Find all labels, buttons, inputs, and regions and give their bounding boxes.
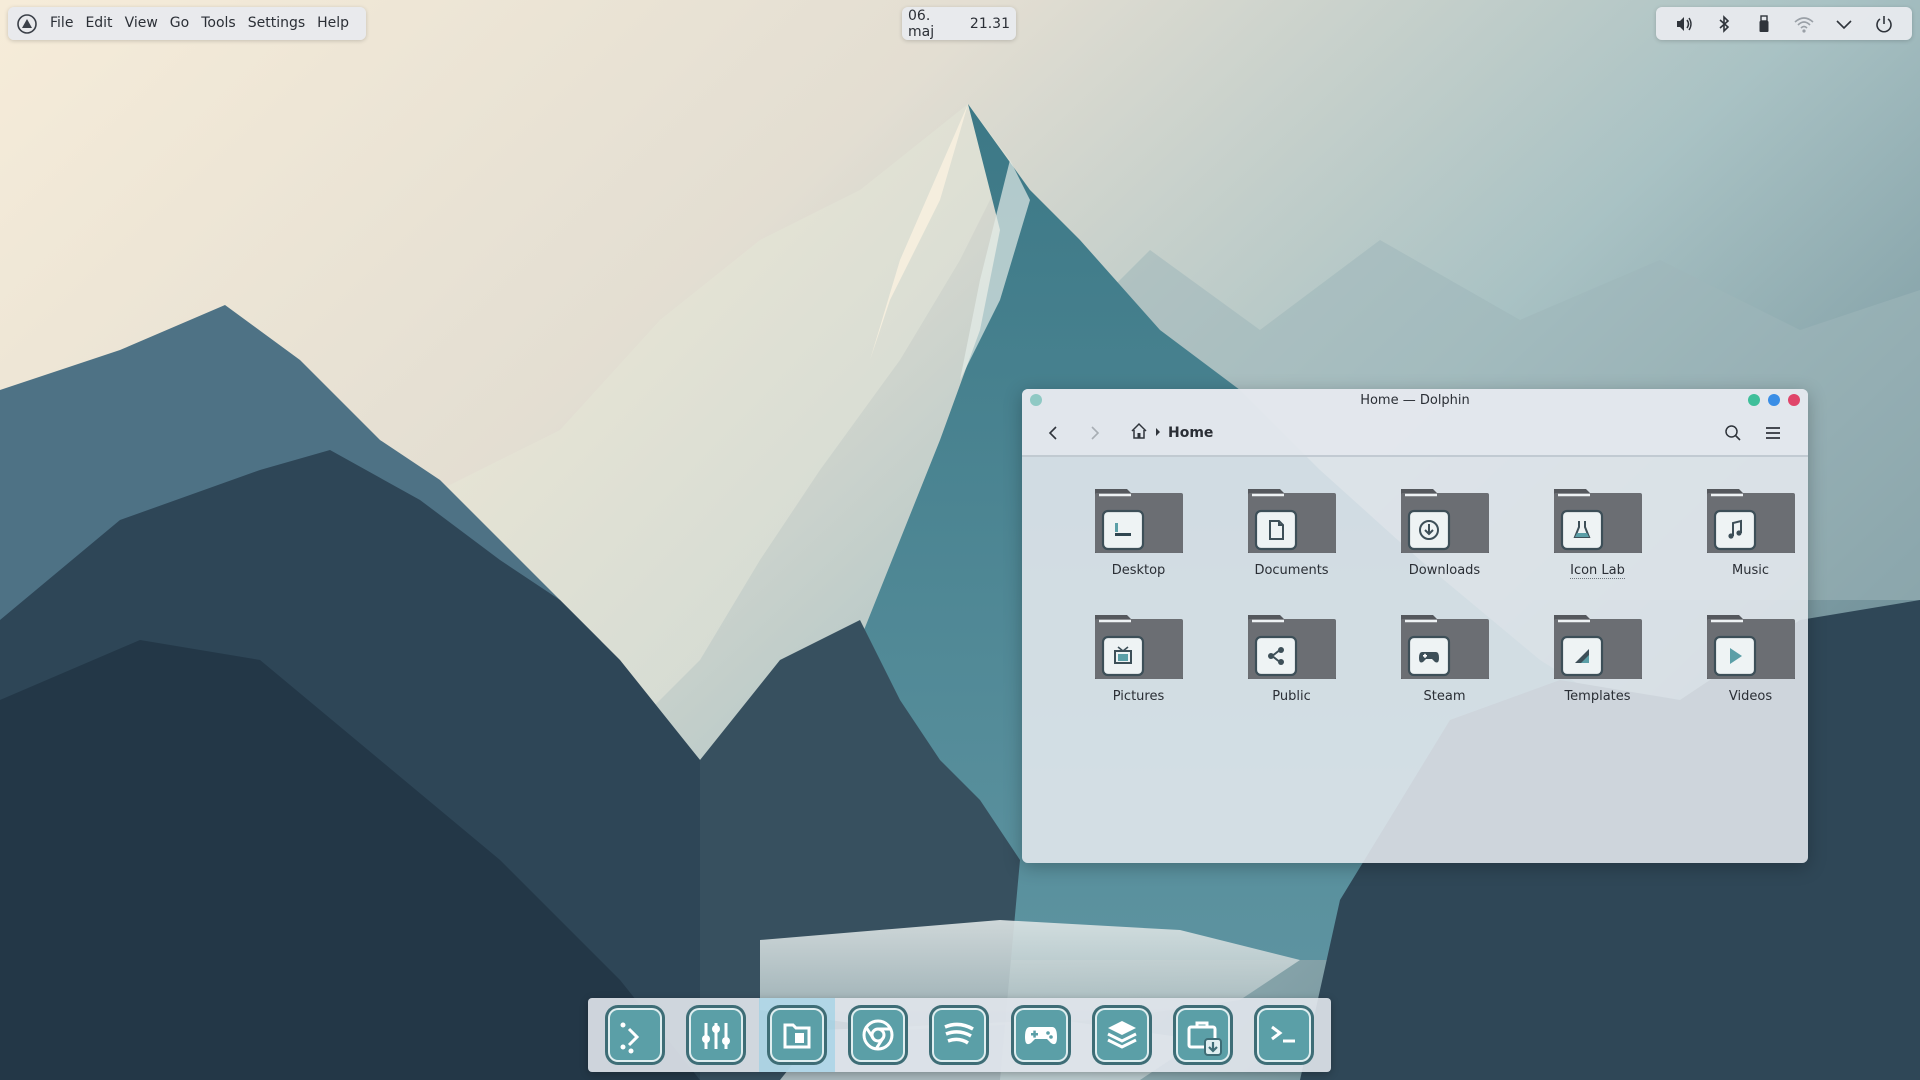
breadcrumb-separator-icon [1154, 425, 1162, 441]
folder-label: Icon Lab [1570, 563, 1625, 579]
dock [588, 998, 1331, 1072]
menu-settings[interactable]: Settings [242, 7, 311, 40]
folder-icon [1247, 489, 1336, 553]
dock-tile [767, 1005, 828, 1065]
minimize-button[interactable] [1748, 394, 1760, 406]
dock-tile [848, 1005, 909, 1065]
folder-label: Music [1732, 563, 1769, 578]
folder-item[interactable]: Public [1215, 607, 1368, 733]
file-view[interactable]: Desktop Documents Downloads Icon Lab Mus… [1022, 457, 1808, 863]
folder-item[interactable]: Music [1674, 481, 1808, 607]
folder-label: Pictures [1112, 689, 1165, 704]
folder-item[interactable]: Icon Lab [1521, 481, 1674, 607]
clock-time: 21.31 [969, 15, 1010, 32]
window-menu-icon[interactable] [1030, 394, 1042, 406]
folder-icon [1400, 489, 1489, 553]
folder-item[interactable]: Downloads [1368, 481, 1521, 607]
breadcrumb-current[interactable]: Home [1168, 425, 1213, 441]
menu-file[interactable]: File [44, 7, 79, 40]
usb-drive-icon[interactable] [1753, 13, 1775, 35]
folder-item[interactable]: Videos [1674, 607, 1808, 733]
clock-widget[interactable]: 06. maj 21.31 [902, 7, 1016, 40]
layers-icon [1107, 1021, 1137, 1049]
home-icon[interactable] [1130, 422, 1148, 444]
volume-icon[interactable] [1673, 13, 1695, 35]
system-tray [1656, 7, 1912, 40]
top-menu-bar: File Edit View Go Tools Settings Help [8, 7, 366, 40]
window-toolbar: Home [1022, 411, 1808, 457]
dock-tile [1010, 1005, 1071, 1065]
app-logo-icon[interactable] [17, 13, 37, 34]
folder-label: Templates [1564, 689, 1631, 704]
window-title: Home — Dolphin [1360, 392, 1470, 408]
folder-label: Steam [1423, 689, 1466, 704]
launcher-icon [620, 1022, 639, 1054]
folder-icon [1247, 615, 1336, 679]
folder-label: Documents [1254, 563, 1329, 578]
hamburger-menu-icon [1766, 427, 1780, 439]
gamepad-icon [1024, 1027, 1057, 1045]
window-titlebar[interactable]: Home — Dolphin [1022, 389, 1808, 411]
dock-tile [1091, 1005, 1152, 1065]
dock-item-chrome[interactable] [840, 998, 916, 1072]
mixer-icon [701, 1023, 730, 1049]
folder-label: Public [1272, 689, 1311, 704]
chevron-down-icon[interactable] [1833, 13, 1855, 35]
search-button[interactable] [1718, 418, 1748, 448]
breadcrumb: Home [1130, 422, 1213, 444]
dock-item-launcher[interactable] [597, 998, 673, 1072]
folder-label: Videos [1728, 689, 1773, 704]
terminal-icon [1271, 1025, 1296, 1043]
menu-edit[interactable]: Edit [79, 7, 118, 40]
spotify-icon [944, 1022, 975, 1045]
back-button[interactable] [1038, 418, 1068, 448]
folder-item[interactable]: Steam [1368, 607, 1521, 733]
folder-label: Downloads [1408, 563, 1481, 578]
hamburger-menu-button[interactable] [1758, 418, 1788, 448]
menu-go[interactable]: Go [164, 7, 195, 40]
dock-item-layers[interactable] [1084, 998, 1160, 1072]
dock-item-gamepad[interactable] [1003, 998, 1079, 1072]
dock-item-software-store[interactable] [1165, 998, 1241, 1072]
folder-label: Desktop [1111, 563, 1166, 578]
folder-grid: Desktop Documents Downloads Icon Lab Mus… [1062, 481, 1808, 733]
folder-icon [1400, 615, 1489, 679]
chrome-icon [862, 1019, 894, 1051]
dock-item-spotify[interactable] [921, 998, 997, 1072]
menu-view[interactable]: View [119, 7, 164, 40]
software-store-icon [1187, 1021, 1223, 1056]
dock-tile [1254, 1005, 1315, 1065]
menu-help[interactable]: Help [311, 7, 355, 40]
dock-tile [685, 1005, 746, 1065]
folder-item[interactable]: Desktop [1062, 481, 1215, 607]
dolphin-window: Home — Dolphin Home Desktop Documents Do… [1022, 389, 1808, 863]
folder-item[interactable]: Templates [1521, 607, 1674, 733]
search-icon [1725, 425, 1741, 441]
power-icon[interactable] [1873, 13, 1895, 35]
maximize-button[interactable] [1768, 394, 1780, 406]
dock-item-files[interactable] [759, 998, 836, 1072]
close-button[interactable] [1788, 394, 1800, 406]
dock-item-mixer[interactable] [678, 998, 754, 1072]
folder-icon [1553, 615, 1642, 679]
files-icon [783, 1023, 811, 1049]
menu-tools[interactable]: Tools [195, 7, 242, 40]
folder-icon [1094, 489, 1183, 553]
clock-date: 06. maj [908, 7, 935, 40]
forward-button[interactable] [1080, 418, 1110, 448]
folder-icon [1094, 615, 1183, 679]
wifi-icon[interactable] [1793, 13, 1815, 35]
folder-item[interactable]: Documents [1215, 481, 1368, 607]
dock-tile [604, 1005, 665, 1065]
dock-tile [1173, 1005, 1234, 1065]
dock-item-terminal[interactable] [1246, 998, 1322, 1072]
bluetooth-icon[interactable] [1713, 13, 1735, 35]
folder-icon [1706, 489, 1795, 553]
dock-tile [929, 1005, 990, 1065]
folder-icon [1706, 615, 1795, 679]
folder-icon [1553, 489, 1642, 553]
folder-item[interactable]: Pictures [1062, 607, 1215, 733]
